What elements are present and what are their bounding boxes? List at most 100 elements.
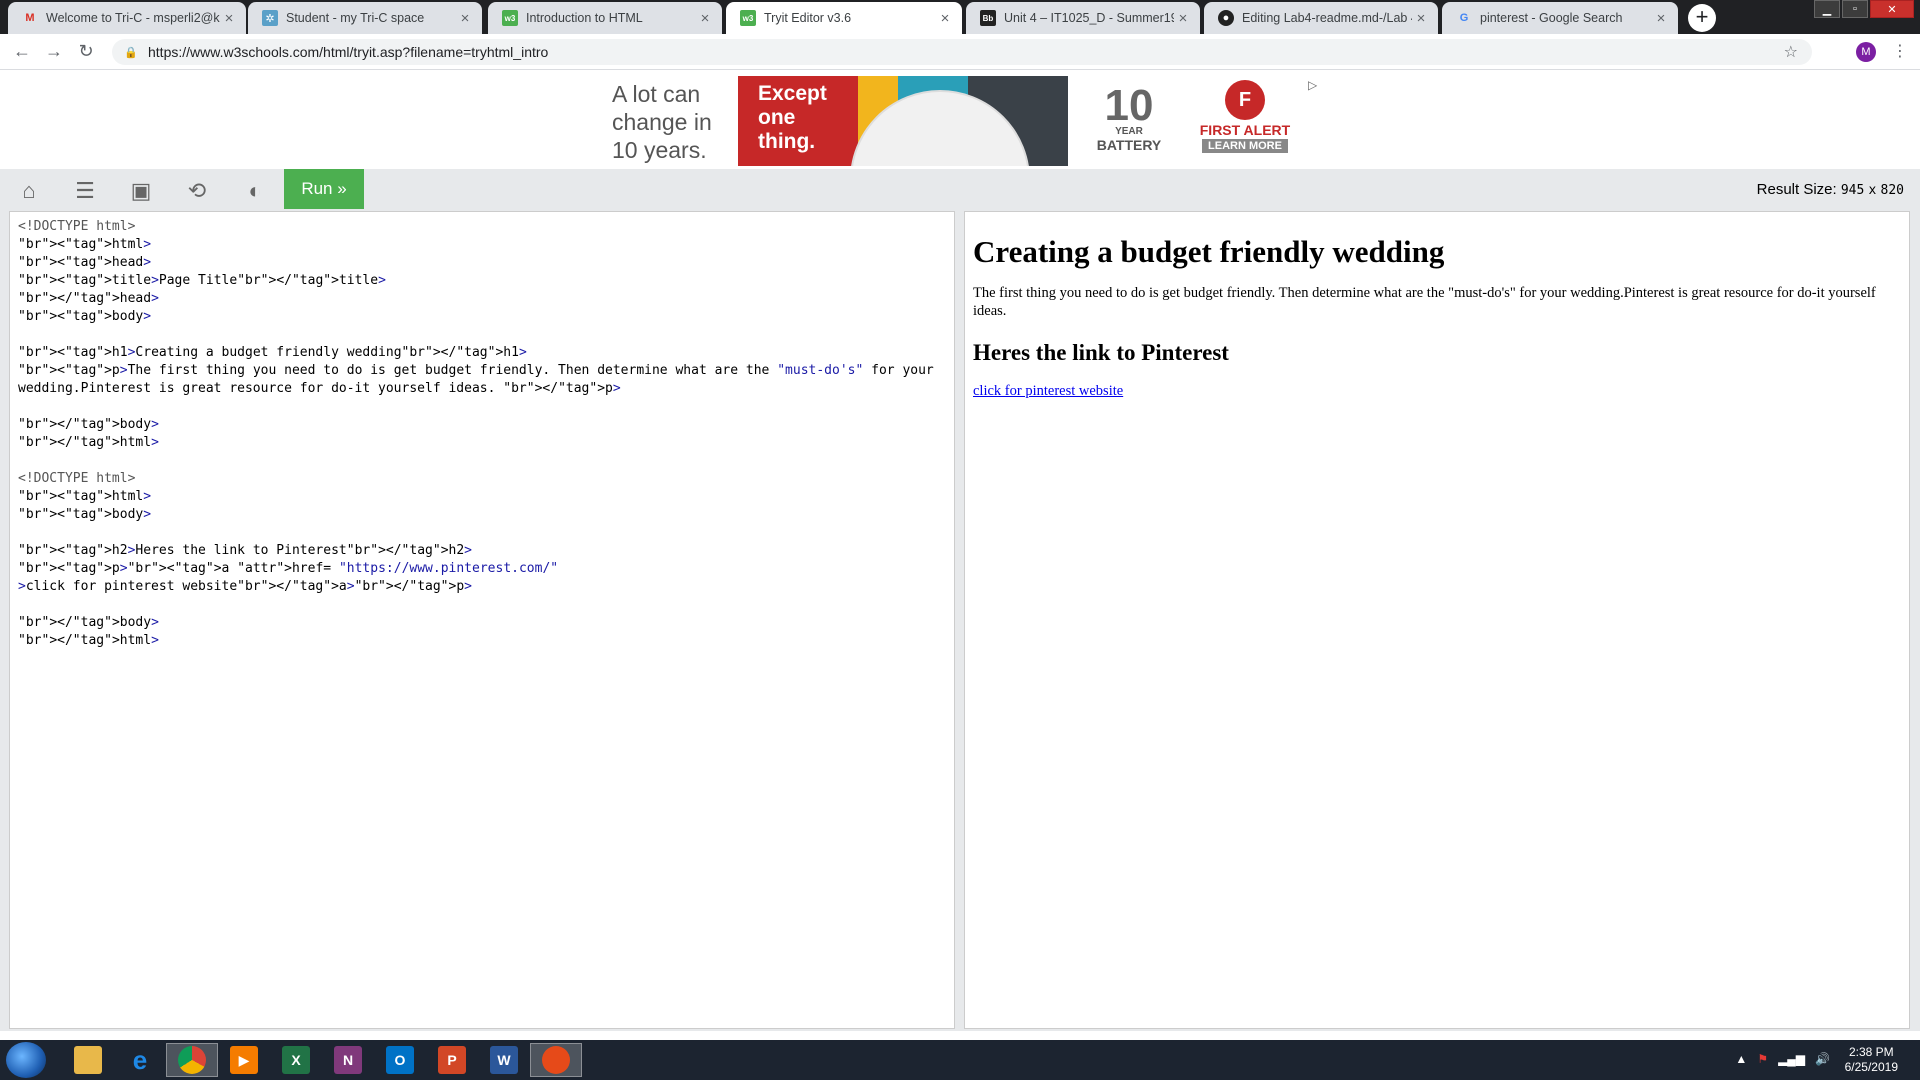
close-tab-icon[interactable]: × xyxy=(1412,10,1430,27)
code-line[interactable] xyxy=(18,524,946,542)
tab-tryit-editor[interactable]: w3 Tryit Editor v3.6 × xyxy=(726,2,962,34)
menu-kebab-icon[interactable]: ⋮ xyxy=(1892,41,1908,61)
tab-github-lab4[interactable]: ● Editing Lab4-readme.md-/Lab 4 × xyxy=(1204,2,1438,34)
taskbar-app-snipping-tool[interactable] xyxy=(530,1043,582,1077)
taskbar-app-outlook[interactable]: O xyxy=(374,1043,426,1077)
taskbar-app-powerpoint[interactable]: P xyxy=(426,1043,478,1077)
url-field[interactable]: 🔒 https://www.w3schools.com/html/tryit.a… xyxy=(112,39,1812,65)
bookmark-star-icon[interactable]: ☆ xyxy=(1784,42,1798,62)
powerpoint-icon: P xyxy=(438,1046,466,1074)
gmail-icon: M xyxy=(25,12,35,24)
tab-google-search[interactable]: G pinterest - Google Search × xyxy=(1442,2,1678,34)
window-controls: ▁ ▫ ✕ xyxy=(1812,0,1914,18)
code-line[interactable] xyxy=(18,596,946,614)
code-line[interactable]: "br"><"tag">head> xyxy=(18,254,946,272)
ad-image[interactable]: Except one thing. xyxy=(738,76,1068,166)
blackboard-icon: Bb xyxy=(980,10,996,26)
code-line[interactable]: "br"><"tag">html> xyxy=(18,488,946,506)
close-tab-icon[interactable]: × xyxy=(1652,10,1670,27)
code-line[interactable]: "br"><"tag">title>Page Title"br"></"tag"… xyxy=(18,272,946,290)
close-tab-icon[interactable]: × xyxy=(220,10,238,27)
taskbar-clock[interactable]: 2:38 PM 6/25/2019 xyxy=(1845,1045,1898,1075)
close-window-icon[interactable]: ✕ xyxy=(1870,0,1914,18)
maximize-icon[interactable]: ▫ xyxy=(1842,0,1868,18)
tab-tric-space[interactable]: ✲ Student - my Tri-C space × xyxy=(248,2,482,34)
menu-icon[interactable]: ☰ xyxy=(70,177,100,205)
code-line[interactable]: "br"></"tag">head> xyxy=(18,290,946,308)
taskbar-app-chrome[interactable] xyxy=(166,1043,218,1077)
taskbar-app-onenote[interactable]: N xyxy=(322,1043,374,1077)
code-line[interactable]: "br"><"tag">html> xyxy=(18,236,946,254)
close-tab-icon[interactable]: × xyxy=(936,10,954,27)
taskbar-app-media-player[interactable]: ▶ xyxy=(218,1043,270,1077)
code-line[interactable]: "br"><"tag">body> xyxy=(18,308,946,326)
ad-headline: A lot can change in 10 years. xyxy=(612,81,712,163)
lock-icon: 🔒 xyxy=(124,46,138,59)
profile-avatar[interactable]: M xyxy=(1856,42,1876,62)
tric-icon: ✲ xyxy=(262,10,278,26)
code-line[interactable]: >click for pinterest website"br"></"tag"… xyxy=(18,578,946,596)
result-heading-2: Heres the link to Pinterest xyxy=(973,340,1229,365)
address-bar: ← → ↻ 🔒 https://www.w3schools.com/html/t… xyxy=(0,34,1920,70)
chrome-icon xyxy=(178,1046,206,1074)
result-frame: Creating a budget friendly wedding The f… xyxy=(964,211,1910,1029)
taskbar-app-excel[interactable]: X xyxy=(270,1043,322,1077)
result-size-readout: Result Size: 945 x 820 xyxy=(1757,181,1904,198)
onenote-icon: N xyxy=(334,1046,362,1074)
google-icon: G xyxy=(1459,12,1469,24)
ad-battery-badge: 10 YEAR BATTERY xyxy=(1084,84,1174,154)
new-tab-button[interactable]: + xyxy=(1688,4,1716,32)
start-button[interactable] xyxy=(6,1042,46,1078)
close-tab-icon[interactable]: × xyxy=(1174,10,1192,27)
word-icon: W xyxy=(490,1046,518,1074)
code-line[interactable]: "br"></"tag">body> xyxy=(18,614,946,632)
code-line[interactable]: "br"><"tag">p>The first thing you need t… xyxy=(18,362,946,398)
code-line[interactable] xyxy=(18,398,946,416)
code-line[interactable] xyxy=(18,452,946,470)
tab-gmail[interactable]: M Welcome to Tri-C - msperli2@ke × xyxy=(8,2,246,34)
home-icon[interactable]: ⌂ xyxy=(14,177,44,205)
tryit-toolbar: ⌂ ☰ ▣ ⟲ ◐ Run » Result Size: 945 x 820 xyxy=(0,169,1920,211)
outlook-icon: O xyxy=(386,1046,414,1074)
network-signal-icon[interactable]: ▂▄▆ xyxy=(1778,1052,1805,1066)
browser-tab-strip: M Welcome to Tri-C - msperli2@ke × ✲ Stu… xyxy=(0,0,1920,34)
result-size-label: Result Size: xyxy=(1756,181,1837,198)
code-line[interactable]: <!DOCTYPE html> xyxy=(18,218,946,236)
pinterest-link[interactable]: click for pinterest website xyxy=(973,383,1123,399)
adchoices-icon[interactable]: ▷ xyxy=(1308,78,1317,92)
code-line[interactable]: "br"></"tag">html> xyxy=(18,632,946,650)
back-icon[interactable]: ← xyxy=(6,41,38,62)
code-line[interactable]: "br"><"tag">h1>Creating a budget friendl… xyxy=(18,344,946,362)
rotate-layout-icon[interactable]: ⟲ xyxy=(182,177,212,205)
code-line[interactable]: <!DOCTYPE html> xyxy=(18,470,946,488)
code-editor[interactable]: <!DOCTYPE html> "br"><"tag">html> "br"><"t… xyxy=(9,211,955,1029)
tab-blackboard-unit4[interactable]: Bb Unit 4 – IT1025_D - Summer19 - × xyxy=(966,2,1200,34)
reload-icon[interactable]: ↻ xyxy=(70,41,102,62)
minimize-icon[interactable]: ▁ xyxy=(1814,0,1840,18)
result-heading-1: Creating a budget friendly wedding xyxy=(973,234,1445,269)
internet-explorer-icon: e xyxy=(132,1044,148,1075)
run-button[interactable]: Run » xyxy=(284,169,364,209)
theme-toggle-icon[interactable]: ◐ xyxy=(240,177,270,205)
code-line[interactable] xyxy=(18,326,946,344)
ad-brand-logo[interactable]: F FIRST ALERT LEARN MORE xyxy=(1190,80,1300,153)
taskbar-app-internet-explorer[interactable]: e xyxy=(114,1043,166,1077)
taskbar-app-file-explorer[interactable] xyxy=(62,1043,114,1077)
volume-icon[interactable]: 🔊 xyxy=(1815,1052,1830,1066)
code-line[interactable]: "br"></"tag">html> xyxy=(18,434,946,452)
tab-intro-html[interactable]: w3 Introduction to HTML × xyxy=(488,2,722,34)
tray-arrow-icon[interactable]: ▲ xyxy=(1735,1052,1747,1066)
code-line[interactable]: "br"><"tag">h2>Heres the link to Pintere… xyxy=(18,542,946,560)
taskbar-app-word[interactable]: W xyxy=(478,1043,530,1077)
close-tab-icon[interactable]: × xyxy=(456,10,474,27)
code-line[interactable]: "br"><"tag">p>"br"><"tag">a "attr">href=… xyxy=(18,560,946,578)
action-center-flag-icon[interactable]: ⚑ xyxy=(1757,1052,1768,1066)
code-line[interactable]: "br"><"tag">body> xyxy=(18,506,946,524)
windows-taskbar: e ▶ X N O P W ▲ ⚑ ▂▄▆ 🔊 2:38 PM 6/25/2019 xyxy=(0,1040,1920,1080)
ad-learn-more-button[interactable]: LEARN MORE xyxy=(1202,139,1288,153)
close-tab-icon[interactable]: × xyxy=(696,10,714,27)
code-line[interactable]: "br"></"tag">body> xyxy=(18,416,946,434)
forward-icon[interactable]: → xyxy=(38,41,70,62)
code-text[interactable]: <!DOCTYPE html> "br"><"tag">html> "br"><"t… xyxy=(18,218,946,650)
save-icon[interactable]: ▣ xyxy=(126,177,156,205)
